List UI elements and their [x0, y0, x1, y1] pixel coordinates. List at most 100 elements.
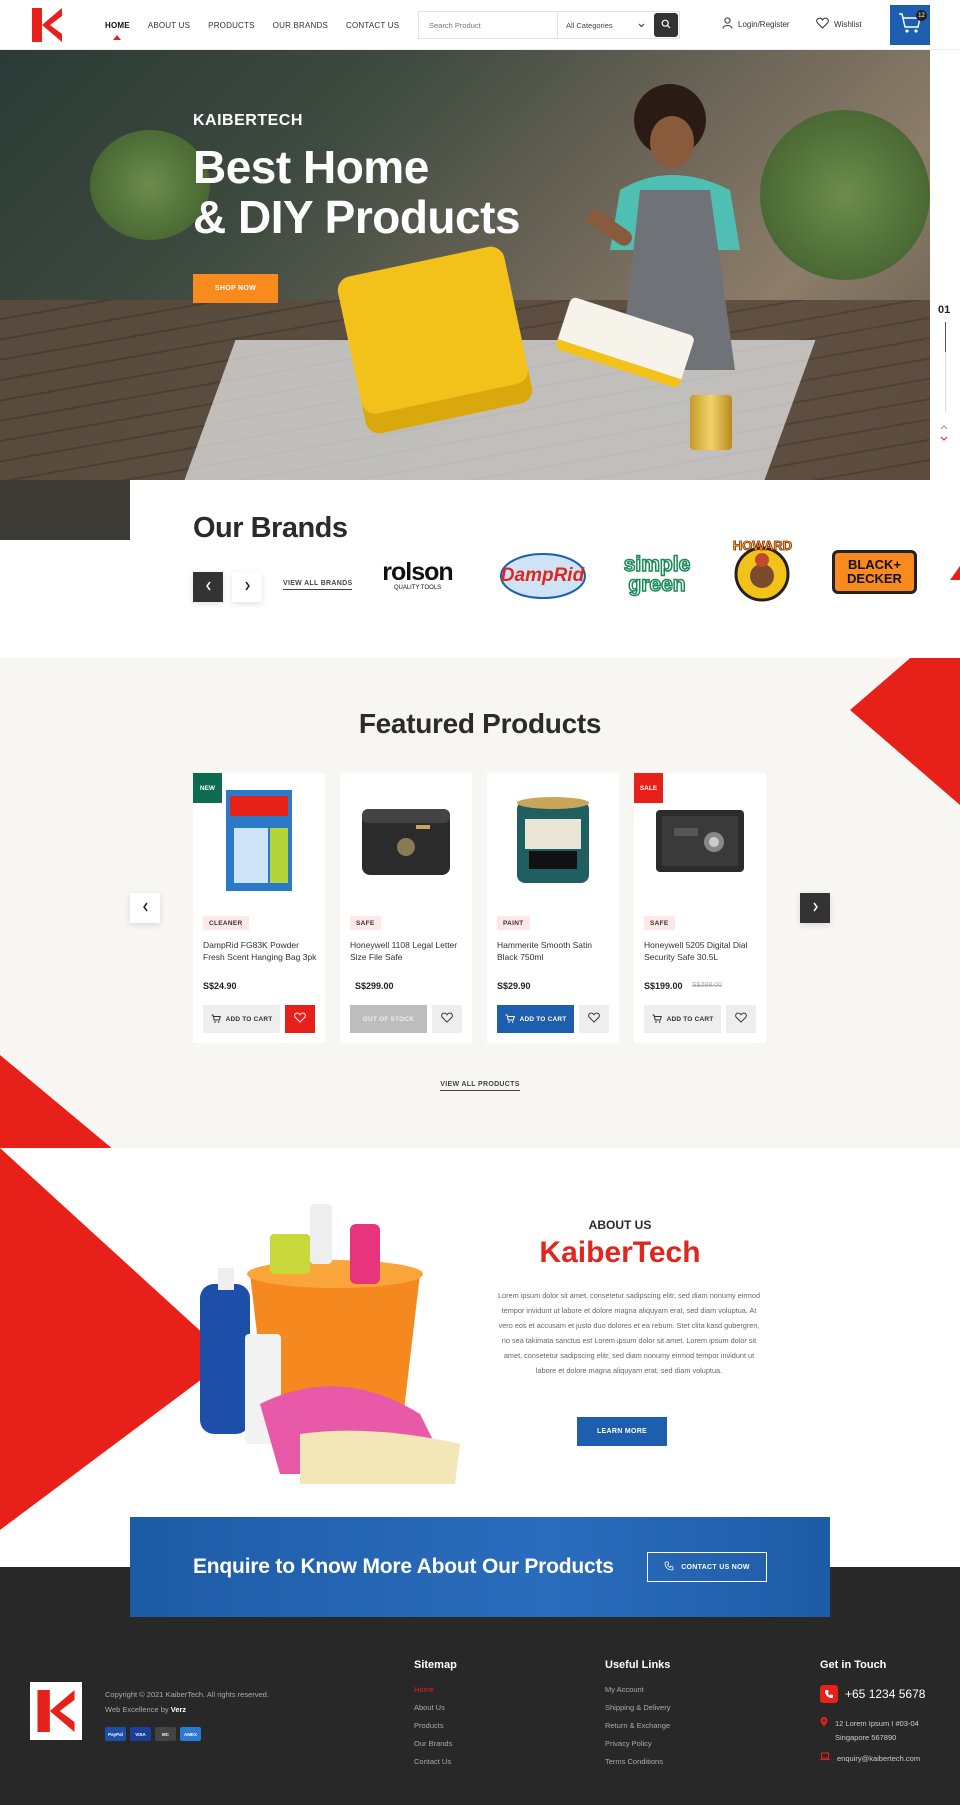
hero-plant-right: [760, 110, 930, 280]
sitemap-link-about[interactable]: About Us: [414, 1703, 452, 1721]
credit-prefix: Web Excellence by: [105, 1705, 169, 1714]
nav-contact-us[interactable]: CONTACT US: [346, 21, 399, 30]
products-next-button[interactable]: [800, 893, 830, 923]
shop-now-button[interactable]: SHOP NOW: [193, 274, 278, 303]
contact-email[interactable]: enquiry@kaibertech.com: [820, 1752, 920, 1766]
contact-us-now-button[interactable]: CONTACT US NOW: [647, 1552, 767, 1582]
payment-methods: PayPal VISA MC AMEX: [105, 1727, 201, 1741]
wishlist-button[interactable]: [579, 1005, 609, 1033]
product-card[interactable]: SALE SAFE Honeywell 5205 Digital Dial Se…: [634, 773, 766, 1043]
product-category: PAINT: [497, 916, 530, 930]
our-brands-section: Our Brands VIEW ALL BRANDS rolson QUALIT…: [130, 480, 960, 658]
nav-home[interactable]: HOME: [105, 21, 130, 40]
category-select[interactable]: All Categories: [558, 12, 653, 38]
hero-headline: Best Home & DIY Products: [193, 142, 521, 242]
products-prev-button[interactable]: [130, 893, 160, 923]
search-input[interactable]: [419, 12, 558, 38]
cart-icon: [505, 1014, 515, 1025]
product-card[interactable]: NEW CLEANER DampRid FG83K Powder Fresh S…: [193, 773, 325, 1043]
footer-copyright-block: Copyright © 2021 KaiberTech. All rights …: [105, 1687, 269, 1717]
contact-address: 12 Lorem Ipsum I #03-04 Singapore 567890: [820, 1717, 919, 1745]
product-card[interactable]: SAFE Honeywell 1108 Legal Letter Size Fi…: [340, 773, 472, 1043]
copyright-text: Copyright © 2021 KaiberTech. All rights …: [105, 1690, 269, 1699]
search-button[interactable]: [654, 13, 678, 37]
brand-logo-howard[interactable]: HOWARD: [720, 538, 805, 602]
credit-link[interactable]: Verz: [171, 1705, 186, 1714]
user-icon: [722, 17, 733, 31]
product-name[interactable]: DampRid FG83K Powder Fresh Scent Hanging…: [203, 939, 318, 963]
slide-progress-fill: [945, 322, 946, 352]
heart-icon: [441, 1010, 453, 1028]
phone-icon: [664, 1561, 674, 1573]
product-image[interactable]: [650, 785, 750, 895]
chevron-up-icon[interactable]: [940, 422, 948, 434]
nav-products[interactable]: PRODUCTS: [208, 21, 255, 30]
product-name[interactable]: Honeywell 1108 Legal Letter Size File Sa…: [350, 939, 465, 963]
sitemap-link-home[interactable]: Home: [414, 1685, 452, 1703]
useful-links-title: Useful Links: [605, 1659, 671, 1671]
brands-prev-button[interactable]: [193, 572, 223, 602]
heart-icon: [294, 1010, 306, 1028]
product-image[interactable]: [503, 785, 603, 895]
product-name[interactable]: Hammerite Smooth Satin Black 750ml: [497, 939, 612, 963]
brand-logo-simple-green-text: simple green: [623, 553, 691, 596]
brands-next-button[interactable]: [232, 572, 262, 602]
product-name[interactable]: Honeywell 5205 Digital Dial Security Saf…: [644, 939, 759, 963]
product-image[interactable]: [356, 785, 456, 895]
nav-our-brands[interactable]: OUR BRANDS: [273, 21, 328, 30]
add-to-cart-label: ADD TO CART: [519, 1015, 567, 1023]
chevron-down-icon[interactable]: [940, 434, 948, 446]
sitemap-link-contact[interactable]: Contact Us: [414, 1757, 452, 1775]
kaibertech-logo[interactable]: [30, 6, 64, 44]
login-register-link[interactable]: Login/Register: [722, 17, 790, 31]
brand-logo-rolson-sub: QUALITY TOOLS: [393, 584, 442, 591]
contact-phone[interactable]: +65 1234 5678: [820, 1685, 925, 1703]
sitemap-link-products[interactable]: Products: [414, 1721, 452, 1739]
slide-controls[interactable]: [940, 422, 948, 446]
link-my-account[interactable]: My Account: [605, 1685, 670, 1703]
add-to-cart-label: ADD TO CART: [666, 1015, 714, 1023]
wishlist-button[interactable]: [285, 1005, 315, 1033]
brand-logo-simple-green[interactable]: simple green: [617, 546, 697, 604]
product-card[interactable]: PAINT Hammerite Smooth Satin Black 750ml…: [487, 773, 619, 1043]
link-privacy[interactable]: Privacy Policy: [605, 1739, 670, 1757]
cart-icon: [211, 1014, 221, 1025]
brand-logo-rolson[interactable]: rolson QUALITY TOOLS: [375, 550, 460, 600]
cart-icon: [652, 1014, 662, 1025]
link-shipping[interactable]: Shipping & Delivery: [605, 1703, 670, 1721]
add-to-cart-button[interactable]: ADD TO CART: [203, 1005, 280, 1033]
phone-icon: [820, 1685, 838, 1703]
brands-dark-strip: [0, 480, 130, 540]
laptop-icon: [820, 1752, 830, 1766]
featured-products-section: Featured Products NEW CLEANER DampRid FG…: [0, 658, 960, 1148]
learn-more-button[interactable]: LEARN MORE: [577, 1417, 667, 1446]
link-return[interactable]: Return & Exchange: [605, 1721, 670, 1739]
sitemap-link-brands[interactable]: Our Brands: [414, 1739, 452, 1757]
heart-icon: [816, 17, 829, 31]
brand-logo-rolson-text: rolson: [382, 557, 453, 586]
brand-logo-black-decker[interactable]: BLACK+ DECKER: [832, 550, 917, 594]
wishlist-link[interactable]: Wishlist: [816, 17, 862, 31]
brand-logo-damprid[interactable]: DampRid: [495, 548, 590, 603]
add-to-cart-button[interactable]: ADD TO CART: [644, 1005, 721, 1033]
product-category: SAFE: [350, 916, 381, 930]
search-icon: [661, 16, 671, 34]
cart-button[interactable]: 12: [890, 5, 930, 45]
add-to-cart-button[interactable]: ADD TO CART: [497, 1005, 574, 1033]
product-category: CLEANER: [203, 916, 249, 930]
hero-banner: KAIBERTECH Best Home & DIY Products SHOP…: [0, 50, 930, 480]
footer-logo[interactable]: [30, 1682, 82, 1740]
decor-red-triangle-left-top: [0, 1055, 220, 1148]
link-terms[interactable]: Terms Conditions: [605, 1757, 670, 1775]
hero-paint-can: [690, 395, 732, 450]
view-all-brands-link[interactable]: VIEW ALL BRANDS: [283, 580, 353, 590]
about-title: KaiberTech: [539, 1236, 701, 1269]
nav-about-us[interactable]: ABOUT US: [148, 21, 190, 30]
email-address: enquiry@kaibertech.com: [837, 1754, 921, 1763]
wishlist-button[interactable]: [726, 1005, 756, 1033]
product-image[interactable]: [209, 785, 309, 895]
new-badge: NEW: [193, 773, 222, 803]
slide-progress-bar: [945, 322, 946, 412]
wishlist-button[interactable]: [432, 1005, 462, 1033]
view-all-products-link[interactable]: VIEW ALL PRODUCTS: [440, 1081, 520, 1091]
